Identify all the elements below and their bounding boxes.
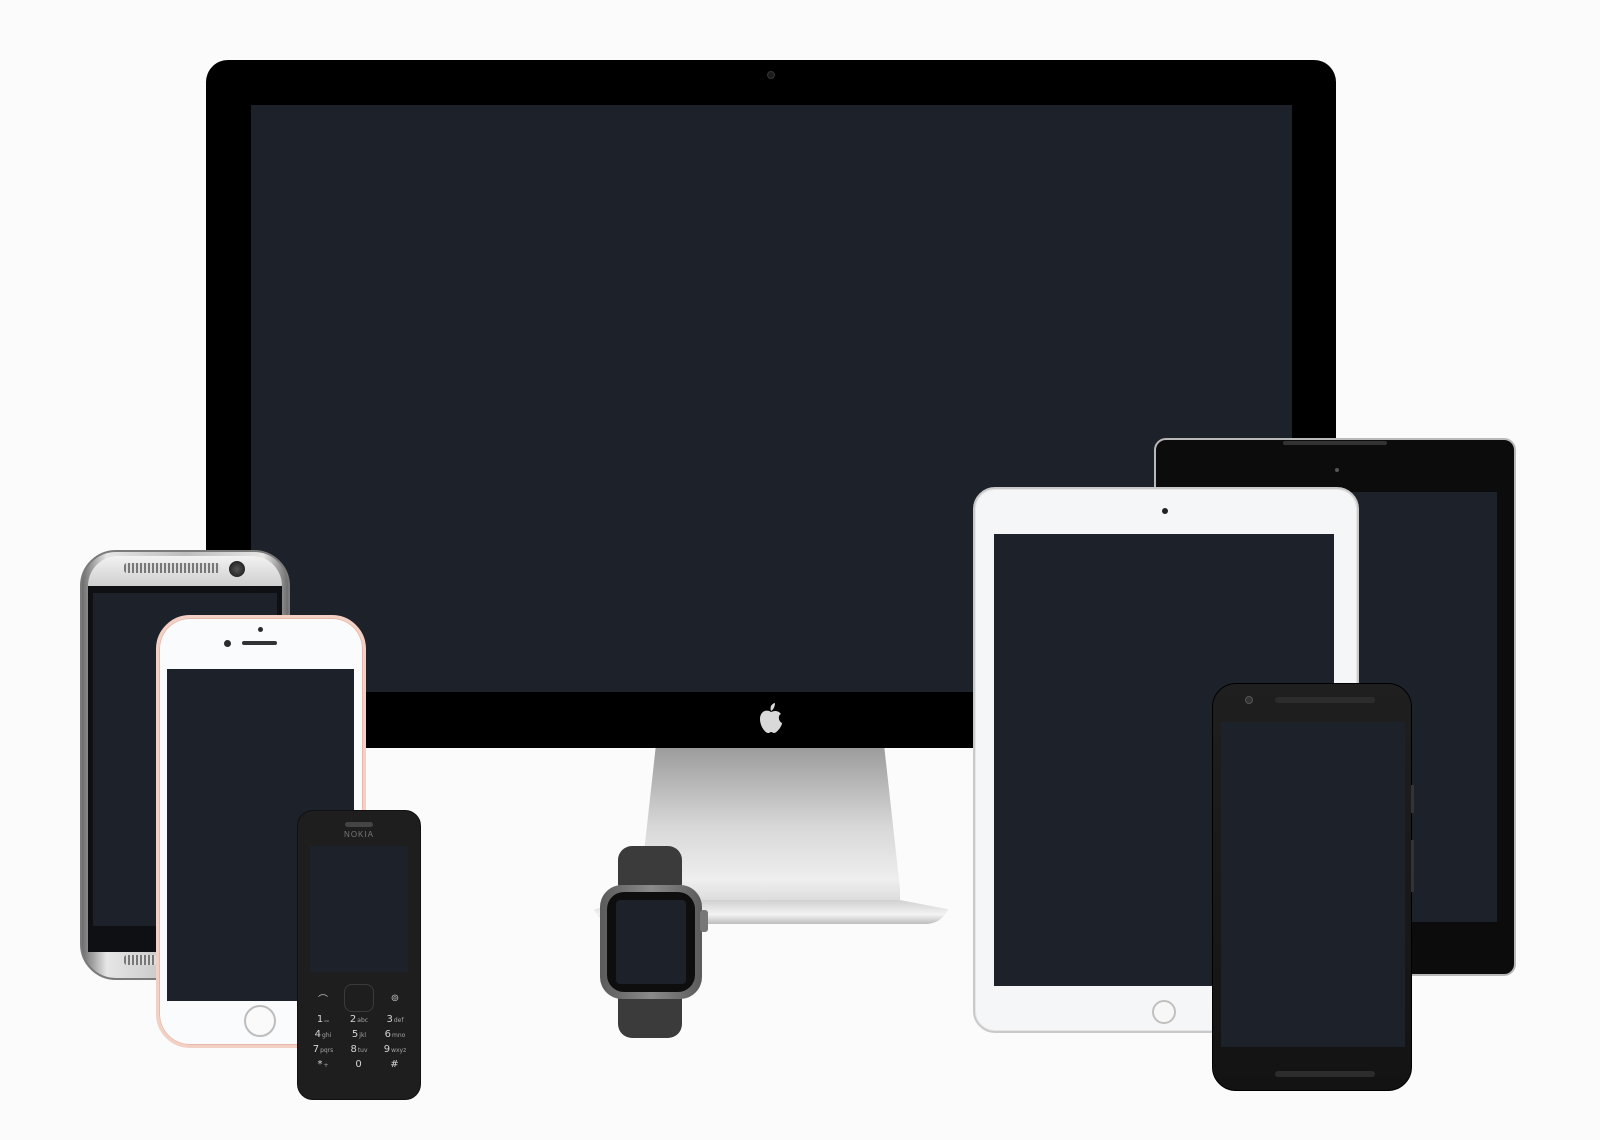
front-camera-icon <box>229 561 245 577</box>
keypad-key[interactable]: *+ <box>306 1059 340 1074</box>
earpiece-icon <box>345 822 373 827</box>
key-letters: abc <box>357 1017 369 1024</box>
speaker-grille-icon <box>124 563 220 573</box>
apple-logo-icon <box>758 703 784 733</box>
webcam-icon <box>767 71 775 79</box>
speaker-grille-icon <box>1275 697 1375 703</box>
call-key-icon[interactable]: ⌒ <box>306 991 340 1006</box>
keypad-key[interactable]: 2abc <box>342 1014 376 1029</box>
feature-phone-screen <box>310 846 408 972</box>
watch-band-bottom <box>618 994 682 1038</box>
keypad-row: 4ghi 5jkl 6mno <box>306 1029 412 1044</box>
keypad-key[interactable]: 4ghi <box>306 1029 340 1044</box>
key-digit: 1 <box>316 1014 324 1025</box>
keypad: ⌒ ⊚ 1ₒₒ 2abc 3def 4ghi 5jkl 6mno 7pqrs 8tuv 9wxy… <box>306 982 412 1085</box>
front-camera-icon <box>1162 508 1168 514</box>
volume-button[interactable] <box>1411 840 1414 892</box>
key-digit: 3 <box>386 1014 393 1025</box>
keypad-key[interactable]: 6mno <box>378 1029 412 1044</box>
key-letters: def <box>393 1017 404 1024</box>
keypad-row: 1ₒₒ 2abc 3def <box>306 1014 412 1029</box>
sensor-icon <box>258 627 263 632</box>
key-letters: jkl <box>359 1032 367 1039</box>
keypad-row: 7pqrs 8tuv 9wxyz <box>306 1044 412 1059</box>
navigation-key[interactable] <box>344 984 374 1012</box>
power-button[interactable] <box>1411 785 1414 813</box>
front-camera-icon <box>224 640 231 647</box>
key-digit: 2 <box>349 1014 357 1025</box>
key-digit: 5 <box>351 1029 359 1040</box>
keypad-key[interactable]: 1ₒₒ <box>306 1014 340 1029</box>
keypad-key[interactable]: # <box>378 1059 412 1074</box>
key-letters: tuv <box>357 1047 368 1054</box>
front-camera-icon <box>1335 468 1339 472</box>
front-camera-icon <box>1245 696 1253 704</box>
key-digit: 4 <box>314 1029 322 1040</box>
keypad-key[interactable]: 0 <box>342 1059 376 1074</box>
key-letters: mno <box>392 1032 406 1039</box>
key-letters: pqrs <box>320 1047 334 1054</box>
key-letters: wxyz <box>391 1047 407 1054</box>
key-digit: 6 <box>384 1029 392 1040</box>
contacts-key-icon[interactable]: ⊚ <box>378 993 412 1004</box>
speaker-grille-icon <box>1275 1071 1375 1077</box>
key-letters: ₒₒ <box>324 1017 330 1024</box>
key-digit: # <box>390 1059 399 1070</box>
home-button[interactable] <box>1152 1000 1176 1024</box>
key-digit: 7 <box>312 1044 320 1055</box>
watch-band-top <box>618 846 682 888</box>
key-digit: 0 <box>355 1059 362 1070</box>
key-digit: 9 <box>383 1044 391 1055</box>
keypad-row: *+ 0 # <box>306 1059 412 1074</box>
keypad-key[interactable]: 3def <box>378 1014 412 1029</box>
key-digit: * <box>317 1059 323 1070</box>
earpiece-icon <box>242 641 277 645</box>
key-digit: 8 <box>350 1044 357 1055</box>
key-letters: ghi <box>322 1032 332 1039</box>
keypad-key[interactable]: 8tuv <box>342 1044 376 1059</box>
android-phone-screen <box>1221 722 1405 1047</box>
tablet-speaker-icon <box>1283 441 1387 445</box>
keypad-key[interactable]: 9wxyz <box>378 1044 412 1059</box>
key-letters: + <box>323 1062 329 1069</box>
brand-label: NOKIA <box>344 830 374 839</box>
digital-crown[interactable] <box>700 910 708 932</box>
keypad-key[interactable]: 5jkl <box>342 1029 376 1044</box>
keypad-key[interactable]: 7pqrs <box>306 1044 340 1059</box>
watch-screen <box>616 900 686 984</box>
home-button[interactable] <box>244 1005 276 1037</box>
